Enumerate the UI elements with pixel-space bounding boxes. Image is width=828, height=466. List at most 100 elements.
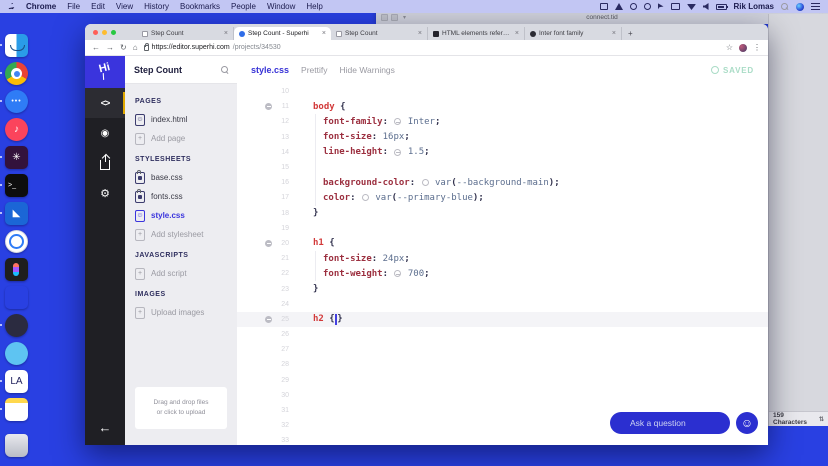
sidebar-item-add-stylesheet[interactable]: Add stylesheet bbox=[135, 228, 227, 241]
menu-item-window[interactable]: Window bbox=[267, 2, 295, 11]
code-line-22[interactable]: 22font-weight: 700; bbox=[237, 266, 768, 281]
tab-close-icon[interactable]: × bbox=[612, 30, 616, 37]
dock-twitter-app-icon[interactable] bbox=[5, 342, 28, 365]
dock-notes-icon[interactable] bbox=[5, 398, 28, 421]
active-file-tab[interactable]: style.css bbox=[251, 65, 289, 75]
inline-warning-icon[interactable] bbox=[394, 149, 401, 156]
help-smiley-button[interactable]: ☺ bbox=[736, 412, 758, 434]
dock-design-app-icon[interactable]: LA bbox=[5, 370, 28, 393]
back-button[interactable]: ← bbox=[85, 409, 125, 445]
warning-dot-icon[interactable] bbox=[265, 240, 272, 247]
upload-button[interactable] bbox=[85, 148, 125, 178]
tab-close-icon[interactable]: × bbox=[515, 30, 519, 37]
clock-icon[interactable] bbox=[630, 3, 637, 10]
sidebar-item-fonts-css[interactable]: fonts.css bbox=[135, 190, 227, 203]
code-view-button[interactable]: <> bbox=[85, 88, 125, 118]
location-icon[interactable] bbox=[658, 3, 664, 10]
browser-tab-4[interactable]: HTML elements reference - H× bbox=[428, 27, 525, 40]
display-icon[interactable] bbox=[671, 3, 680, 10]
prettify-button[interactable]: Prettify bbox=[301, 65, 327, 75]
code-line-24[interactable]: 24 bbox=[237, 297, 768, 312]
superhi-logo[interactable]: Hi/ bbox=[85, 56, 125, 88]
warning-dot-icon[interactable] bbox=[265, 316, 272, 323]
code-line-18[interactable]: 18} bbox=[237, 206, 768, 221]
menu-username[interactable]: Rik Lomas bbox=[734, 2, 774, 11]
new-tab-button[interactable]: + bbox=[628, 29, 633, 38]
file-dropzone[interactable]: Drag and drop filesor click to upload bbox=[135, 387, 227, 429]
browser-tab-5[interactable]: Inter font family× bbox=[525, 27, 622, 40]
code-line-30[interactable]: 30 bbox=[237, 388, 768, 403]
back-icon[interactable]: ← bbox=[92, 44, 100, 52]
home-icon[interactable]: ⌂ bbox=[133, 44, 138, 52]
code-line-10[interactable]: 10 bbox=[237, 84, 768, 99]
dock-slack-icon[interactable]: ✳ bbox=[5, 146, 28, 169]
code-line-26[interactable]: 26 bbox=[237, 327, 768, 342]
menu-item-edit[interactable]: Edit bbox=[91, 2, 105, 11]
code-line-14[interactable]: 14line-height: 1.5; bbox=[237, 145, 768, 160]
volume-icon[interactable] bbox=[703, 3, 709, 10]
color-swatch-icon[interactable] bbox=[422, 179, 429, 186]
sidebar-item-add-page[interactable]: Add page bbox=[135, 132, 227, 145]
browser-tab-2[interactable]: Step Count - Superhi× bbox=[234, 27, 331, 40]
browser-menu-icon[interactable]: ⋮ bbox=[753, 43, 761, 52]
code-line-23[interactable]: 23} bbox=[237, 281, 768, 296]
code-line-28[interactable]: 28 bbox=[237, 357, 768, 372]
dock-finder-icon[interactable] bbox=[5, 34, 28, 57]
close-window-button[interactable] bbox=[93, 30, 98, 35]
sidebar-item-add-script[interactable]: Add script bbox=[135, 267, 227, 280]
background-window-edge[interactable]: 159 Characters ⇅ bbox=[768, 14, 828, 426]
hide-warnings-button[interactable]: Hide Warnings bbox=[339, 65, 394, 75]
dock-trash-icon[interactable] bbox=[5, 434, 28, 457]
browser-tab-1[interactable]: Step Count× bbox=[137, 27, 234, 40]
dock-code-editor-icon[interactable]: ◣ bbox=[5, 202, 28, 225]
dock-video-app-icon[interactable] bbox=[5, 314, 28, 337]
code-line-21[interactable]: 21font-size: 24px; bbox=[237, 251, 768, 266]
menu-app-name[interactable]: Chrome bbox=[26, 2, 56, 11]
dock-airmail-icon[interactable] bbox=[5, 230, 28, 253]
do-not-disturb-icon[interactable] bbox=[644, 3, 651, 10]
color-swatch-icon[interactable] bbox=[362, 194, 369, 201]
dock-music-icon[interactable]: ♪ bbox=[5, 118, 28, 141]
code-line-20[interactable]: 20h1 { bbox=[237, 236, 768, 251]
tab-close-icon[interactable]: × bbox=[224, 30, 228, 37]
minimize-window-button[interactable] bbox=[102, 30, 107, 35]
code-line-19[interactable]: 19 bbox=[237, 221, 768, 236]
menu-item-history[interactable]: History bbox=[144, 2, 169, 11]
inline-warning-icon[interactable] bbox=[394, 118, 401, 125]
tab-close-icon[interactable]: × bbox=[322, 30, 326, 37]
address-bar[interactable]: https://editor.superhi.com/projects/3453… bbox=[144, 44, 720, 51]
dock-figma-icon[interactable] bbox=[5, 258, 28, 281]
menu-item-help[interactable]: Help bbox=[306, 2, 322, 11]
menu-item-view[interactable]: View bbox=[116, 2, 133, 11]
sort-arrows-icon[interactable]: ⇅ bbox=[819, 416, 824, 423]
inline-warning-icon[interactable] bbox=[394, 270, 401, 277]
forward-icon[interactable]: → bbox=[106, 44, 114, 52]
sidebar-item-index-html[interactable]: index.html bbox=[135, 113, 227, 126]
code-line-33[interactable]: 33 bbox=[237, 433, 768, 445]
notification-center-icon[interactable] bbox=[811, 3, 820, 10]
code-line-16[interactable]: 16background-color: var(--background-mai… bbox=[237, 175, 768, 190]
code-line-12[interactable]: 12font-family: Inter; bbox=[237, 114, 768, 129]
zoom-window-button[interactable] bbox=[111, 30, 116, 35]
apple-icon[interactable] bbox=[8, 3, 15, 11]
screen-record-icon[interactable] bbox=[600, 3, 608, 10]
ask-question-button[interactable]: Ask a question bbox=[610, 412, 730, 434]
dock-messages-icon[interactable] bbox=[5, 90, 28, 113]
warning-dot-icon[interactable] bbox=[265, 103, 272, 110]
sidebar-item-style-css[interactable]: style.css bbox=[135, 209, 227, 222]
code-line-17[interactable]: 17color: var(--primary-blue); bbox=[237, 190, 768, 205]
shield-icon[interactable] bbox=[615, 3, 623, 10]
code-editor-area[interactable]: 1011body {12font-family: Inter;13font-si… bbox=[237, 84, 768, 445]
menu-item-people[interactable]: People bbox=[231, 2, 256, 11]
tab-close-icon[interactable]: × bbox=[418, 30, 422, 37]
code-line-11[interactable]: 11body { bbox=[237, 99, 768, 114]
sidebar-item-upload-images[interactable]: Upload images bbox=[135, 306, 227, 319]
code-line-15[interactable]: 15 bbox=[237, 160, 768, 175]
code-line-25[interactable]: 25h2 {} bbox=[237, 312, 768, 327]
bookmark-star-icon[interactable]: ☆ bbox=[726, 43, 733, 52]
sidebar-item-base-css[interactable]: base.css bbox=[135, 171, 227, 184]
chevron-down-icon[interactable]: ▾ bbox=[403, 14, 406, 21]
code-line-29[interactable]: 29 bbox=[237, 373, 768, 388]
battery-icon[interactable] bbox=[716, 4, 727, 10]
spotlight-search-icon[interactable] bbox=[781, 3, 789, 11]
